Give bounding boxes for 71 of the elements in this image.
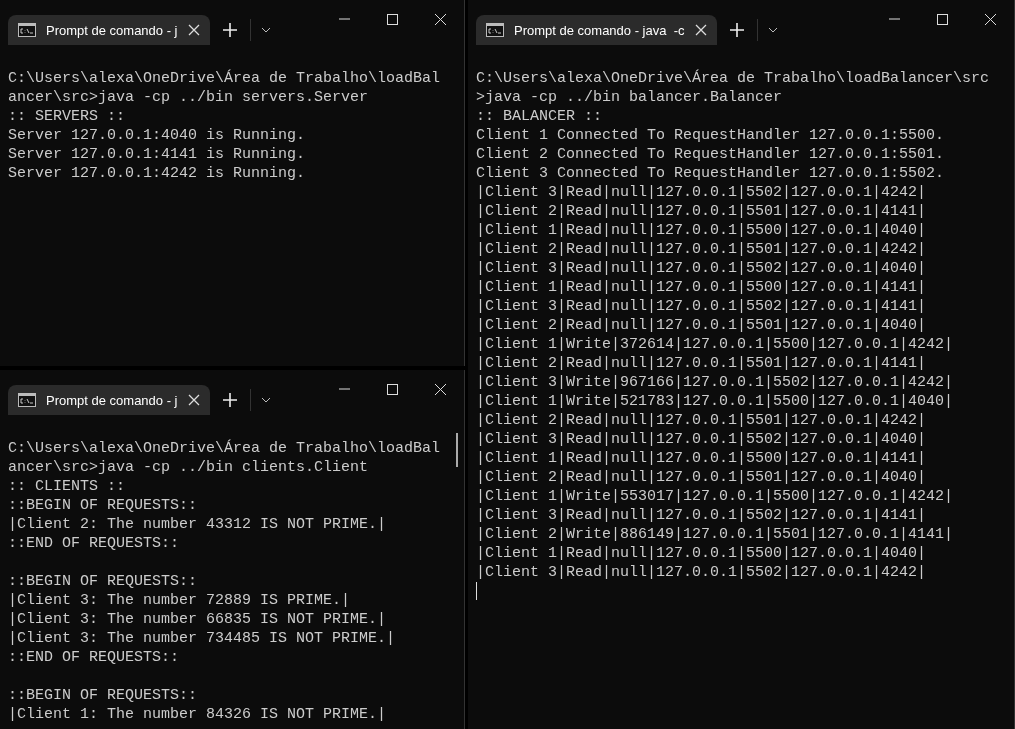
terminal-line: |Client 1|Write|372614|127.0.0.1|5500|127.0.0.1|4242| [476, 335, 954, 354]
terminal-line: |Client 3|Read|null|127.0.0.1|5502|127.0.0.1|4141| [476, 297, 927, 316]
terminal-line: |Client 1: The number 84326 IS NOT PRIME.| [8, 705, 387, 724]
maximize-icon[interactable] [936, 13, 948, 25]
terminal-line: |Client 3|Read|null|127.0.0.1|5502|127.0.0.1|4040| [476, 259, 927, 278]
terminal-line: Client 2 Connected To RequestHandler 127.0.0.1:5501. [476, 145, 945, 164]
terminal-line: |Client 2|Read|null|127.0.0.1|5501|127.0.0.1|4242| [476, 240, 927, 259]
minimize-icon[interactable] [338, 388, 350, 390]
terminal-icon [18, 23, 36, 37]
minimize-icon[interactable] [888, 18, 900, 20]
terminal-line: |Client 3|Read|null|127.0.0.1|5502|127.0.0.1|4141| [476, 506, 927, 525]
terminal-line: |Client 1|Write|521783|127.0.0.1|5500|127.0.0.1|4040| [476, 392, 954, 411]
terminal-line: Server 127.0.0.1:4141 is Running. [8, 145, 306, 164]
terminal-line: |Client 3|Read|null|127.0.0.1|5502|127.0.0.1|4242| [476, 183, 927, 202]
maximize-icon[interactable] [386, 13, 398, 25]
terminal-line: |Client 3: The number 734485 IS NOT PRIME.| [8, 629, 396, 648]
terminal-line: >java -cp ../bin balancer.Balancer [476, 88, 783, 107]
terminal-line: |Client 3: The number 72889 IS PRIME.| [8, 591, 351, 610]
terminal-line: Client 1 Connected To RequestHandler 127.0.0.1:5500. [476, 126, 945, 145]
terminal-tab[interactable]: Prompt de comando - j [8, 15, 210, 45]
terminal-line: |Client 1|Write|553017|127.0.0.1|5500|127.0.0.1|4242| [476, 487, 954, 506]
close-tab-icon[interactable] [187, 24, 200, 36]
terminal-line: ::BEGIN OF REQUESTS:: [8, 572, 198, 591]
minimize-icon[interactable] [338, 18, 350, 20]
close-icon[interactable] [434, 383, 446, 395]
terminal-line: |Client 3|Read|null|127.0.0.1|5502|127.0.0.1|4242| [476, 563, 927, 582]
terminal-line: |Client 2: The number 43312 IS NOT PRIME.| [8, 515, 387, 534]
terminal-line: |Client 2|Read|null|127.0.0.1|5501|127.0.0.1|4141| [476, 202, 927, 221]
terminal-line: ::END OF REQUESTS:: [8, 648, 180, 667]
close-icon[interactable] [434, 13, 446, 25]
terminal-line: Server 127.0.0.1:4040 is Running. [8, 126, 306, 145]
new-tab-icon[interactable] [222, 393, 237, 407]
new-tab-icon[interactable] [222, 23, 237, 37]
terminal-line: |Client 2|Write|886149|127.0.0.1|5501|127.0.0.1|4141| [476, 525, 954, 544]
terminal-line: |Client 2|Read|null|127.0.0.1|5501|127.0.0.1|4242| [476, 411, 927, 430]
terminal-line: |Client 1|Read|null|127.0.0.1|5500|127.0.0.1|4141| [476, 449, 927, 468]
terminal-line: ::BEGIN OF REQUESTS:: [8, 686, 198, 705]
terminal-line: C:\Users\alexa\OneDrive\Área de Trabalho\loadBal [8, 439, 441, 458]
terminal-icon [486, 23, 504, 37]
terminal-line: |Client 1|Read|null|127.0.0.1|5500|127.0.0.1|4040| [476, 544, 927, 563]
terminal-icon [18, 393, 36, 407]
terminal-line: ::END OF REQUESTS:: [8, 534, 180, 553]
terminal-line: ancer\src>java -cp ../bin servers.Server [8, 88, 369, 107]
terminal-line: |Client 3: The number 66835 IS NOT PRIME.| [8, 610, 387, 629]
terminal-tab[interactable]: Prompt de comando - j [8, 385, 210, 415]
terminal-line: |Client 3|Read|null|127.0.0.1|5502|127.0.0.1|4040| [476, 430, 927, 449]
terminal-line: ancer\src>java -cp ../bin clients.Client [8, 458, 369, 477]
terminal-line: C:\Users\alexa\OneDrive\Área de Trabalho\loadBalancer\src [476, 69, 990, 88]
terminal-line: Server 127.0.0.1:4242 is Running. [8, 164, 306, 183]
terminal-line: :: SERVERS :: [8, 107, 126, 126]
maximize-icon[interactable] [386, 383, 398, 395]
terminal-line: ::BEGIN OF REQUESTS:: [8, 496, 198, 515]
terminal-line: |Client 3|Write|967166|127.0.0.1|5502|127.0.0.1|4242| [476, 373, 954, 392]
terminal-line: |Client 1|Read|null|127.0.0.1|5500|127.0.0.1|4141| [476, 278, 927, 297]
scrollbar-thumb[interactable] [456, 433, 458, 467]
terminal-line: :: CLIENTS :: [8, 477, 126, 496]
terminal-line: Client 3 Connected To RequestHandler 127.0.0.1:5502. [476, 164, 945, 183]
chevron-down-icon[interactable] [767, 27, 778, 33]
terminal-line: C:\Users\alexa\OneDrive\Área de Trabalho\loadBal [8, 69, 441, 88]
terminal-line: |Client 2|Read|null|127.0.0.1|5501|127.0.0.1|4040| [476, 316, 927, 335]
new-tab-icon[interactable] [729, 23, 744, 37]
chevron-down-icon[interactable] [260, 27, 271, 33]
terminal-line: |Client 1|Read|null|127.0.0.1|5500|127.0.0.1|4040| [476, 221, 927, 240]
close-tab-icon[interactable] [187, 394, 200, 406]
terminal-line: |Client 2|Read|null|127.0.0.1|5501|127.0.0.1|4040| [476, 468, 927, 487]
chevron-down-icon[interactable] [260, 397, 271, 403]
close-icon[interactable] [984, 13, 996, 25]
terminal-line: |Client 2|Read|null|127.0.0.1|5501|127.0.0.1|4141| [476, 354, 927, 373]
terminal-line: :: BALANCER :: [476, 107, 603, 126]
close-tab-icon[interactable] [694, 24, 707, 36]
terminal-tab[interactable]: Prompt de comando - java -c [476, 15, 717, 45]
